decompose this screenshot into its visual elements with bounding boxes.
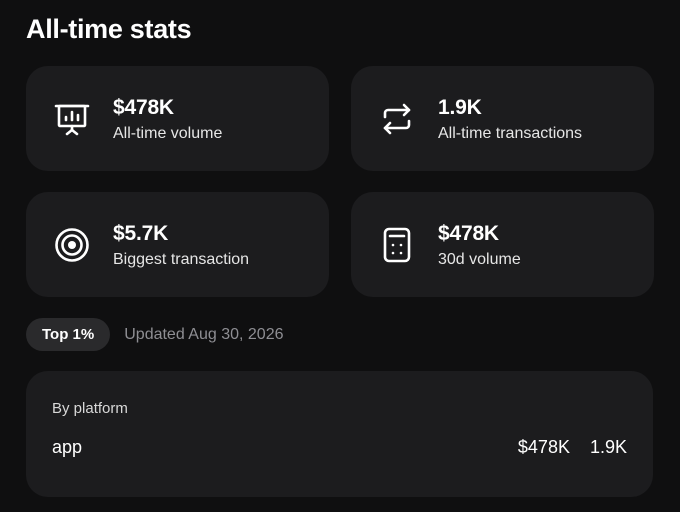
stat-value: $478K: [113, 96, 174, 119]
stat-value: $478K: [438, 222, 499, 245]
stat-label: All-time transactions: [438, 125, 583, 142]
repeat-arrows-icon: [378, 100, 416, 138]
updated-timestamp: Updated Aug 30, 2026: [124, 325, 284, 343]
platform-volume: $478K: [517, 437, 570, 457]
platform-heading: By platform: [52, 400, 128, 417]
stat-label: Biggest transaction: [113, 251, 250, 268]
all-time-stats-page: All-time stats $478K All-time volume 1.9…: [0, 0, 680, 512]
presentation-chart-icon: [53, 100, 91, 138]
stat-label: 30d volume: [438, 251, 521, 268]
calculator-icon: [378, 226, 416, 264]
page-title: All-time stats: [26, 14, 192, 44]
stat-card-all-time-transactions: 1.9K All-time transactions: [351, 66, 654, 171]
target-icon: [53, 226, 91, 264]
platform-card: By platform app $478K 1.9K: [26, 371, 653, 497]
platform-transactions: 1.9K: [589, 437, 627, 457]
stat-value: $5.7K: [113, 222, 169, 245]
platform-row: app $478K 1.9K: [52, 437, 627, 458]
stat-card-30d-volume: $478K 30d volume: [351, 192, 654, 297]
stat-label: All-time volume: [113, 125, 223, 142]
rank-row: Top 1% Updated Aug 30, 2026: [26, 318, 283, 351]
rank-badge: Top 1%: [26, 318, 111, 351]
stat-card-all-time-volume: $478K All-time volume: [26, 66, 329, 171]
stat-value: 1.9K: [438, 96, 482, 119]
stat-card-biggest-transaction: $5.7K Biggest transaction: [26, 192, 329, 297]
platform-name: app: [52, 437, 83, 457]
